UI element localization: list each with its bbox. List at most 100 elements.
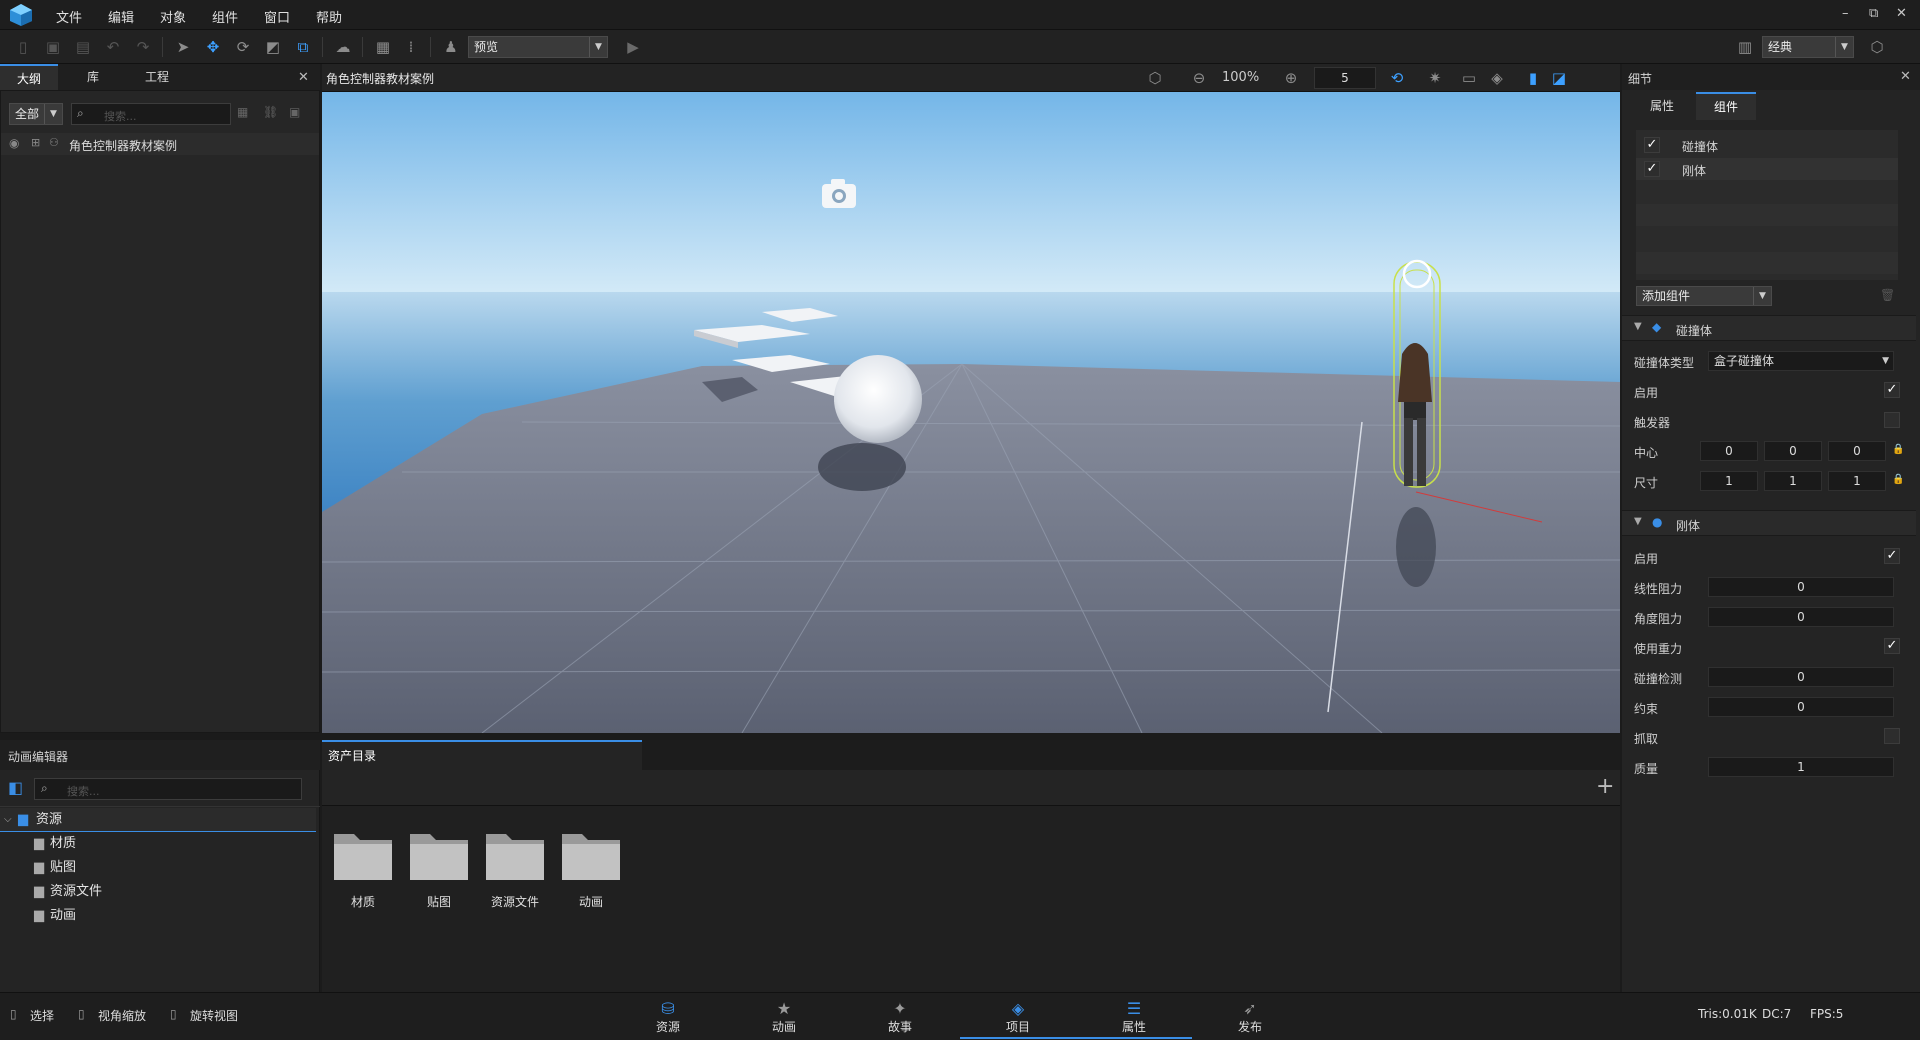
- collapse-icon[interactable]: ▼: [1634, 321, 1642, 332]
- collapse-icon[interactable]: ▼: [1634, 516, 1642, 527]
- outline-search-input[interactable]: ⌕ 搜索...: [71, 103, 231, 125]
- tab-outline[interactable]: 大纲: [0, 64, 58, 90]
- folder-item[interactable]: 资源文件: [484, 826, 546, 910]
- shield-icon[interactable]: ⬡: [1144, 67, 1166, 89]
- scene-viewport[interactable]: [322, 92, 1620, 733]
- collider-trigger-checkbox[interactable]: [1884, 412, 1900, 428]
- lock-icon[interactable]: 🔒: [1892, 444, 1904, 455]
- stats-icon[interactable]: ◪: [1548, 67, 1570, 89]
- bottom-tab-publish[interactable]: ➶ 发布: [1192, 993, 1308, 1039]
- menu-component[interactable]: 组件: [212, 7, 238, 26]
- gravity-checkbox[interactable]: ✓: [1884, 638, 1900, 654]
- menu-file[interactable]: 文件: [56, 7, 82, 26]
- cube-view-icon[interactable]: ◈: [1486, 67, 1508, 89]
- zoom-in-icon[interactable]: ⊕: [1280, 67, 1302, 89]
- preview-combo[interactable]: 预览 ▼: [468, 36, 608, 58]
- select-tool-icon[interactable]: ➤: [172, 36, 194, 58]
- close-icon[interactable]: ✕: [298, 70, 309, 85]
- rigidbody-section-header[interactable]: ▼ ● 刚体: [1622, 510, 1916, 536]
- eye-icon[interactable]: ◉: [9, 136, 19, 150]
- tree-item[interactable]: ◉ ⊞ ⚇ 角色控制器教材案例: [1, 133, 319, 155]
- tab-properties[interactable]: 属性: [1632, 92, 1692, 120]
- collider-checkbox[interactable]: ✓: [1644, 137, 1660, 153]
- collider-type-select[interactable]: 盒子碰撞体 ▼: [1708, 351, 1894, 371]
- grid-value-input[interactable]: 5: [1314, 67, 1376, 89]
- linear-drag-input[interactable]: 0: [1708, 577, 1894, 597]
- save-all-icon[interactable]: ▤: [72, 36, 94, 58]
- tree-item-materials[interactable]: ▆ 材质: [0, 832, 316, 856]
- tree-item-textures[interactable]: ▆ 贴图: [0, 856, 316, 880]
- bottom-tab-story[interactable]: ✦ 故事: [842, 993, 958, 1039]
- center-x-input[interactable]: 0: [1700, 441, 1758, 461]
- asset-search-input[interactable]: ⌕ 搜索...: [34, 778, 302, 800]
- transform-tool-icon[interactable]: ⧉: [292, 36, 314, 58]
- menu-object[interactable]: 对象: [160, 7, 186, 26]
- collision-detect-input[interactable]: 0: [1708, 667, 1894, 687]
- save-icon[interactable]: ▣: [42, 36, 64, 58]
- scale-tool-icon[interactable]: ◩: [262, 36, 284, 58]
- list-item[interactable]: ✓ 碰撞体: [1636, 134, 1898, 156]
- bottom-tab-assets[interactable]: ⛁ 资源: [610, 993, 726, 1039]
- tree-item-assets[interactable]: ⌵ ▆ 资源: [0, 808, 316, 832]
- lock-icon[interactable]: 🔒: [1892, 474, 1904, 485]
- new-file-icon[interactable]: ▯: [12, 36, 34, 58]
- collider-enable-checkbox[interactable]: ✓: [1884, 382, 1900, 398]
- move-tool-icon[interactable]: ✥: [202, 36, 224, 58]
- size-x-input[interactable]: 1: [1700, 471, 1758, 491]
- grid-icon[interactable]: ▦: [372, 36, 394, 58]
- folder-item[interactable]: 动画: [560, 826, 622, 910]
- settings-icon[interactable]: ✷: [1424, 67, 1446, 89]
- rigidbody-checkbox[interactable]: ✓: [1644, 161, 1660, 177]
- dot-grid-icon[interactable]: ⁞: [400, 36, 422, 58]
- size-z-input[interactable]: 1: [1828, 471, 1886, 491]
- add-icon[interactable]: +: [1596, 774, 1614, 799]
- redo-icon[interactable]: ↷: [132, 36, 154, 58]
- account-icon[interactable]: ⬡: [1866, 36, 1888, 58]
- trash-icon[interactable]: 🗑: [1880, 288, 1895, 302]
- collider-section-header[interactable]: ▼ ◆ 碰撞体: [1622, 315, 1916, 341]
- zoom-out-icon[interactable]: ⊖: [1188, 67, 1210, 89]
- layout-combo[interactable]: 经典 ▼: [1762, 36, 1854, 58]
- tab-library[interactable]: 库: [62, 64, 124, 90]
- menu-window[interactable]: 窗口: [264, 7, 290, 26]
- expand-icon[interactable]: ⊞: [31, 136, 40, 149]
- sidebar-toggle-icon[interactable]: ◧: [8, 778, 23, 797]
- tree-item-animations[interactable]: ▆ 动画: [0, 904, 316, 928]
- character-icon[interactable]: ♟: [440, 36, 462, 58]
- tab-asset-directory[interactable]: 资产目录: [322, 740, 642, 770]
- cloud-icon[interactable]: ☁: [332, 36, 354, 58]
- play-icon[interactable]: ▶: [622, 36, 644, 58]
- size-y-input[interactable]: 1: [1764, 471, 1822, 491]
- rotate-tool-icon[interactable]: ⟳: [232, 36, 254, 58]
- rigidbody-enable-checkbox[interactable]: ✓: [1884, 548, 1900, 564]
- minimize-button[interactable]: –: [1842, 6, 1849, 21]
- add-component-combo[interactable]: 添加组件 ▼: [1636, 286, 1772, 306]
- grab-checkbox[interactable]: [1884, 728, 1900, 744]
- filter-combo[interactable]: 全部 ▼: [9, 103, 63, 125]
- list-item[interactable]: ✓ 刚体: [1636, 158, 1898, 180]
- folder-item[interactable]: 材质: [332, 826, 394, 910]
- close-window-button[interactable]: ✕: [1896, 6, 1907, 21]
- perspective-icon[interactable]: ▮: [1522, 67, 1544, 89]
- angular-drag-input[interactable]: 0: [1708, 607, 1894, 627]
- undo-icon[interactable]: ↶: [102, 36, 124, 58]
- tab-components[interactable]: 组件: [1696, 92, 1756, 120]
- refresh-view-icon[interactable]: ⟲: [1386, 67, 1408, 89]
- add-group-icon[interactable]: ▣: [289, 105, 300, 119]
- menu-edit[interactable]: 编辑: [108, 7, 134, 26]
- folder-item[interactable]: 贴图: [408, 826, 470, 910]
- close-icon[interactable]: ✕: [1900, 69, 1911, 84]
- layout-icon[interactable]: ▥: [1734, 36, 1756, 58]
- bottom-tab-animation[interactable]: ★ 动画: [726, 993, 842, 1039]
- camera-view-icon[interactable]: ▭: [1458, 67, 1480, 89]
- link-icon[interactable]: ⛓: [263, 105, 278, 119]
- constraint-input[interactable]: 0: [1708, 697, 1894, 717]
- center-y-input[interactable]: 0: [1764, 441, 1822, 461]
- outline-option-icon[interactable]: ▦: [237, 105, 248, 119]
- bottom-tab-properties[interactable]: ☰ 属性: [1076, 993, 1192, 1039]
- tab-project[interactable]: 工程: [126, 64, 188, 90]
- mass-input[interactable]: 1: [1708, 757, 1894, 777]
- center-z-input[interactable]: 0: [1828, 441, 1886, 461]
- tree-item-resource-files[interactable]: ▆ 资源文件: [0, 880, 316, 904]
- menu-help[interactable]: 帮助: [316, 7, 342, 26]
